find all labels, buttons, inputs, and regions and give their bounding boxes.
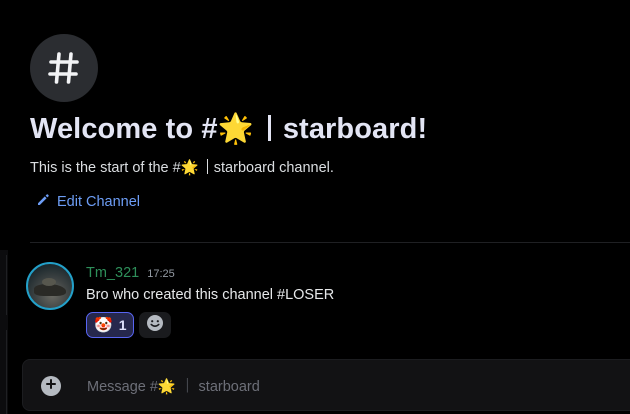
title-separator xyxy=(267,115,271,141)
clown-emoji: 🤡 xyxy=(94,317,113,334)
message-header: Tm_321 17:25 xyxy=(86,265,175,281)
reaction-bar: 🤡 1 xyxy=(86,312,172,338)
hash-icon xyxy=(44,48,84,88)
message-content: Bro who created this channel #LOSER xyxy=(86,287,335,303)
attach-button[interactable] xyxy=(41,376,61,396)
plus-circle-icon xyxy=(45,377,57,395)
message-timestamp[interactable]: 17:25 xyxy=(147,268,175,280)
sidebar-divider xyxy=(6,255,7,315)
message-input[interactable] xyxy=(85,374,589,400)
message-composer xyxy=(22,359,630,411)
start-prefix: This is the start of the # xyxy=(30,160,181,176)
pencil-icon xyxy=(36,193,50,211)
inline-separator xyxy=(206,159,208,174)
avatar[interactable] xyxy=(26,262,74,310)
welcome-prefix: Welcome to # xyxy=(30,113,218,145)
chat-page: Welcome to #🌟 starboard! This is the star… xyxy=(0,0,630,414)
welcome-suffix: starboard! xyxy=(282,113,428,145)
intro-divider xyxy=(30,242,630,243)
reaction-count: 1 xyxy=(118,317,127,333)
avatar-image-detail xyxy=(42,278,56,286)
channel-welcome-title: Welcome to #🌟 starboard! xyxy=(30,112,427,146)
channel-start-text: This is the start of the #🌟 starboard cha… xyxy=(30,159,334,176)
edit-channel-button[interactable]: Edit Channel xyxy=(36,193,140,211)
smiley-icon xyxy=(146,314,164,337)
star-emoji: 🌟 xyxy=(217,113,254,145)
star-emoji: 🌟 xyxy=(180,160,199,176)
add-reaction-button[interactable] xyxy=(139,312,172,338)
edit-channel-label: Edit Channel xyxy=(57,194,141,210)
start-suffix: starboard channel. xyxy=(213,160,334,176)
sidebar-divider xyxy=(6,330,7,414)
channel-hash-badge xyxy=(30,34,98,102)
reaction-clown[interactable]: 🤡 1 xyxy=(86,312,135,338)
author-name[interactable]: Tm_321 xyxy=(86,265,139,281)
